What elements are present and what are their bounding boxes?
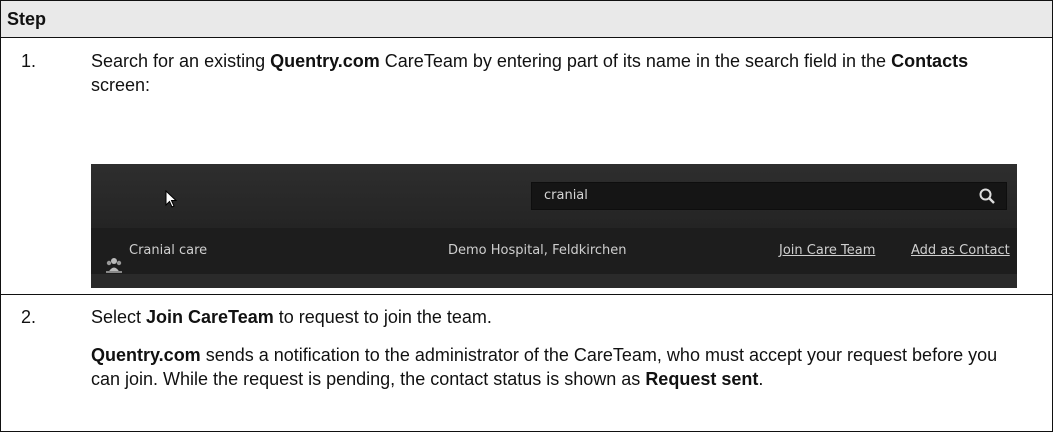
- contact-row[interactable]: Cranial care Demo Hospital, Feldkirchen …: [91, 228, 1017, 274]
- step-number-2: 2.: [21, 307, 37, 327]
- step-2-line: Select Join CareTeam to request to join …: [91, 307, 492, 327]
- contacts-screenshot: cranial Cranial care Demo Hospital, Feld…: [91, 164, 1017, 288]
- join-care-team-link[interactable]: Join Care Team: [779, 243, 875, 258]
- contact-location: Demo Hospital, Feldkirchen: [448, 243, 627, 258]
- steps-table: Step 1. Search for an existing Quentry.c…: [0, 0, 1053, 432]
- step-1-text: Search for an existing Quentry.com CareT…: [91, 51, 969, 95]
- mouse-cursor-icon: [165, 189, 178, 213]
- screenshot-footer: [91, 274, 1017, 288]
- contact-name: Cranial care: [129, 243, 208, 258]
- row-divider: [1, 294, 1052, 295]
- table-header: Step: [1, 1, 1052, 38]
- step-number-1: 1.: [21, 51, 37, 71]
- search-value: cranial: [544, 188, 588, 203]
- step-2-paragraph: Quentry.com sends a notification to the …: [91, 345, 998, 389]
- search-icon[interactable]: [978, 187, 996, 210]
- add-as-contact-link[interactable]: Add as Contact: [911, 243, 1010, 258]
- search-input[interactable]: cranial: [531, 182, 1007, 210]
- header-step: Step: [7, 9, 47, 29]
